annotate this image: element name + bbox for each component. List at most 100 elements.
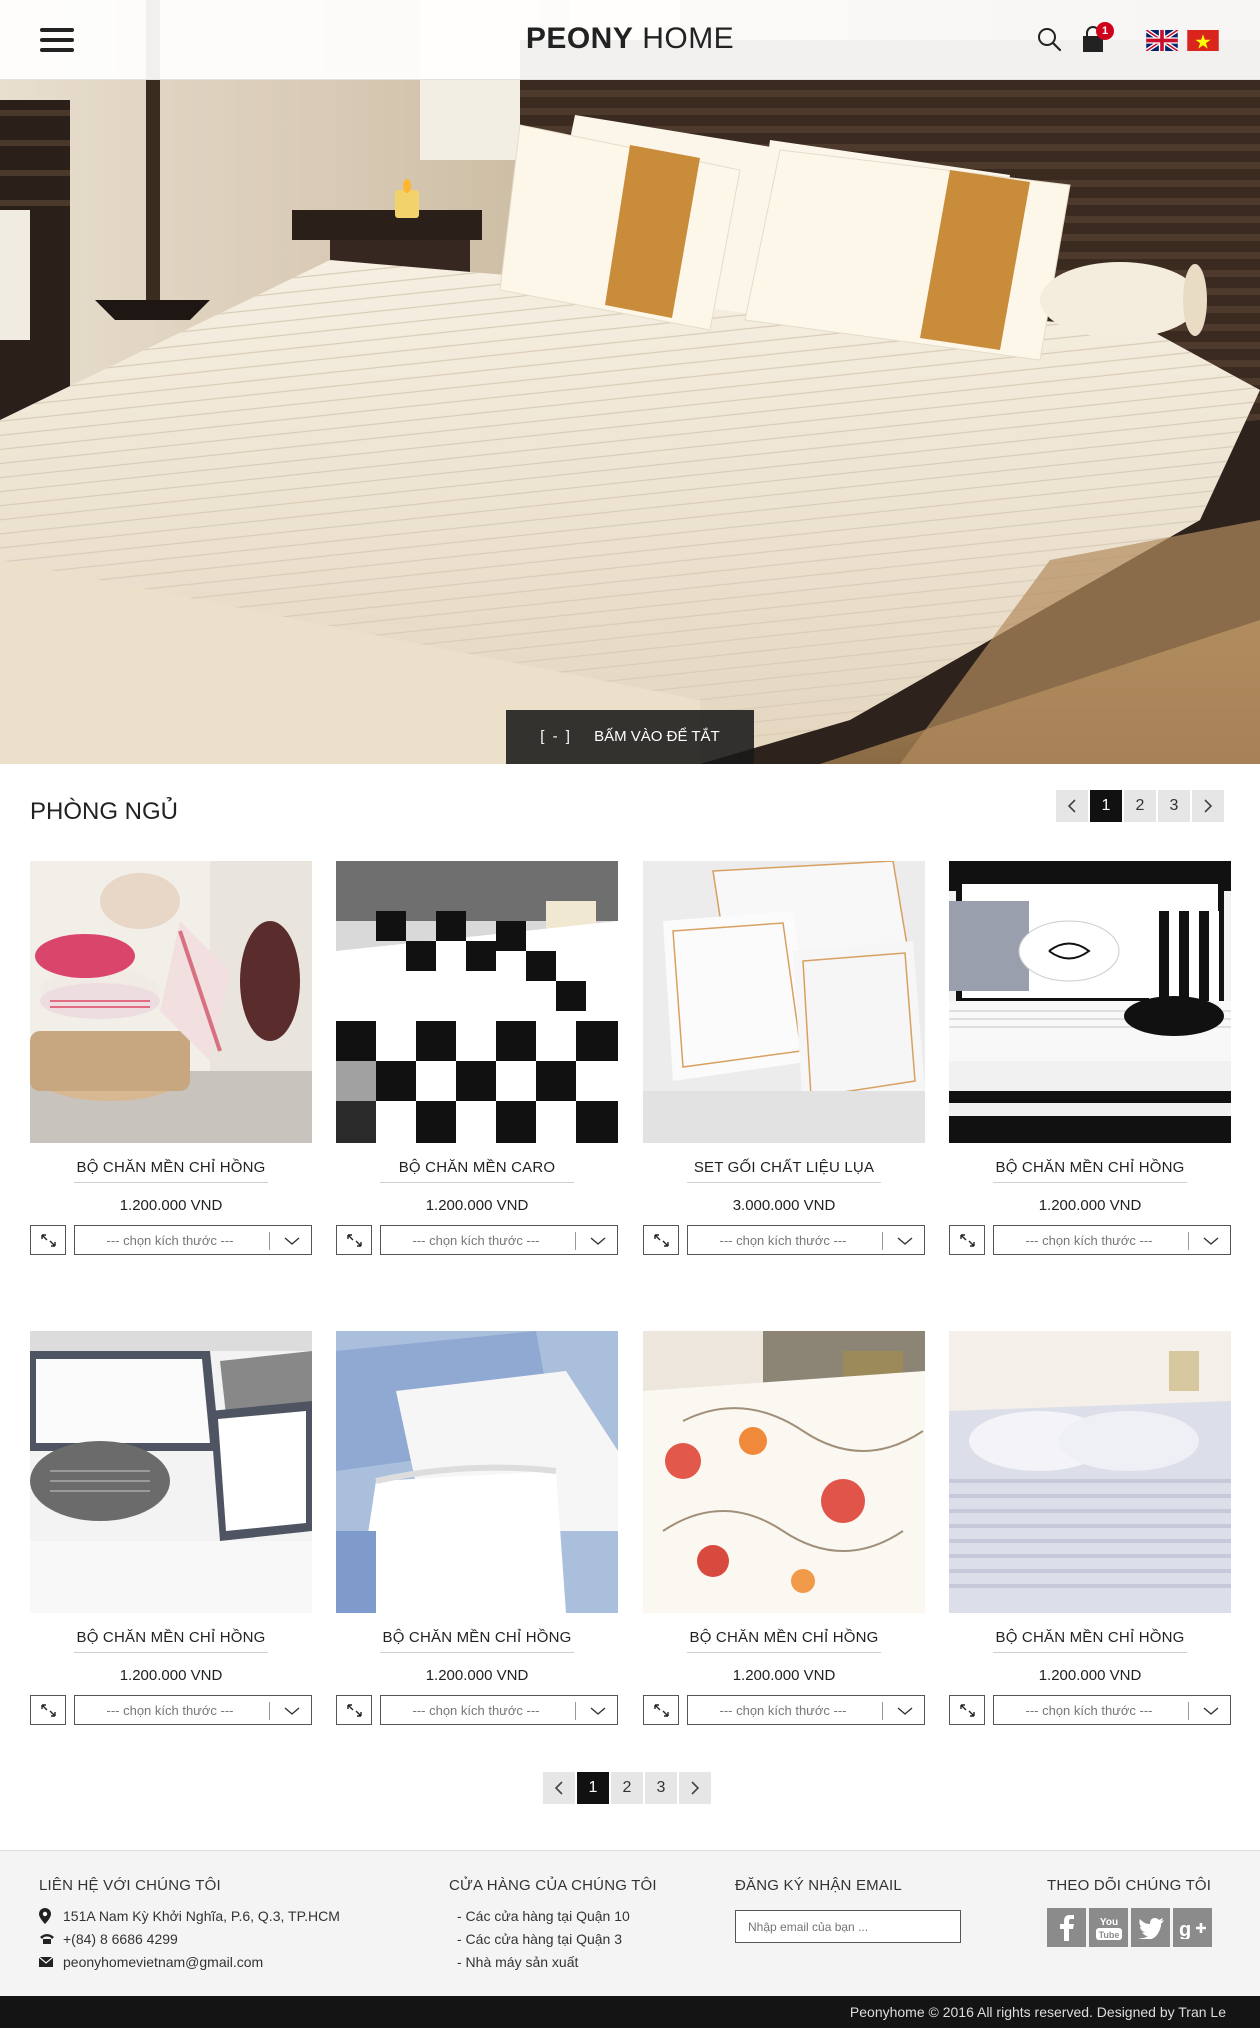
product-card: SET GỐI CHẤT LIỆU LỤA 3.000.000 VND --- … xyxy=(643,861,925,1255)
copyright-bar: Peonyhome © 2016 All rights reserved. De… xyxy=(0,1996,1260,2028)
pagination-page-2[interactable]: 2 xyxy=(611,1772,643,1804)
quick-view-button[interactable] xyxy=(949,1695,985,1725)
store-link-district-3[interactable]: - Các cửa hàng tại Quận 3 xyxy=(449,1927,657,1950)
size-select-placeholder: --- chọn kích thước --- xyxy=(719,1703,847,1718)
product-card: BỘ CHĂN MỀN CHỈ HỒNG 1.200.000 VND --- c… xyxy=(949,861,1231,1255)
product-image[interactable] xyxy=(949,1331,1231,1613)
size-select[interactable]: --- chọn kích thước --- xyxy=(687,1695,925,1725)
product-price: 1.200.000 VND xyxy=(119,1667,223,1684)
size-select[interactable]: --- chọn kích thước --- xyxy=(687,1225,925,1255)
pagination-next-button[interactable] xyxy=(1192,790,1224,822)
hero-bedroom-image xyxy=(0,0,1260,764)
quick-view-button[interactable] xyxy=(30,1225,66,1255)
product-controls: --- chọn kích thước --- xyxy=(643,1225,925,1255)
product-card: BỘ CHĂN MỀN CHỈ HỒNG 1.200.000 VND --- c… xyxy=(336,1331,618,1725)
product-image[interactable] xyxy=(949,861,1231,1143)
product-price: 1.200.000 VND xyxy=(425,1667,529,1684)
svg-text:g: g xyxy=(1179,1919,1191,1939)
uk-flag-icon[interactable] xyxy=(1146,30,1178,51)
pagination-page-3[interactable]: 3 xyxy=(1158,790,1190,822)
cart-count-badge: 1 xyxy=(1096,22,1114,40)
quick-view-button[interactable] xyxy=(949,1225,985,1255)
contact-email: peonyhomevietnam@gmail.com xyxy=(39,1950,340,1973)
pagination-page-1[interactable]: 1 xyxy=(577,1772,609,1804)
product-controls: --- chọn kích thước --- xyxy=(336,1695,618,1725)
contact-phone-text[interactable]: +(84) 8 6686 4299 xyxy=(63,1931,178,1947)
expand-arrows-icon xyxy=(347,1704,362,1717)
product-image[interactable] xyxy=(30,861,312,1143)
footer-newsletter-title: ĐĂNG KÝ NHẬN EMAIL xyxy=(735,1877,902,1894)
product-price: 1.200.000 VND xyxy=(425,1197,529,1214)
pagination-page-1[interactable]: 1 xyxy=(1090,790,1122,822)
pagination-page-2[interactable]: 2 xyxy=(1124,790,1156,822)
product-controls: --- chọn kích thước --- xyxy=(336,1225,618,1255)
expand-arrows-icon xyxy=(654,1704,669,1717)
size-select[interactable]: --- chọn kích thước --- xyxy=(74,1225,312,1255)
logo-light-text: HOME xyxy=(642,22,735,55)
contact-email-text[interactable]: peonyhomevietnam@gmail.com xyxy=(63,1954,263,1970)
pagination-page-3[interactable]: 3 xyxy=(645,1772,677,1804)
hero-toggle-button[interactable]: [ - ] BẤM VÀO ĐỂ TẮT xyxy=(506,710,754,764)
size-select[interactable]: --- chọn kích thước --- xyxy=(993,1225,1231,1255)
youtube-icon[interactable]: You Tube xyxy=(1089,1908,1128,1947)
size-select[interactable]: --- chọn kích thước --- xyxy=(993,1695,1231,1725)
quick-view-button[interactable] xyxy=(336,1695,372,1725)
chevron-down-icon xyxy=(590,1707,606,1715)
size-select[interactable]: --- chọn kích thước --- xyxy=(74,1695,312,1725)
social-links: You Tube g xyxy=(1047,1908,1212,1947)
logo-bold-text: PEONY xyxy=(525,22,634,55)
search-icon[interactable] xyxy=(1036,26,1062,52)
expand-arrows-icon xyxy=(960,1704,975,1717)
product-image[interactable] xyxy=(643,861,925,1143)
footer-stores-title: CỬA HÀNG CỦA CHÚNG TÔI xyxy=(449,1877,657,1894)
size-select[interactable]: --- chọn kích thước --- xyxy=(380,1225,618,1255)
site-footer: LIÊN HỆ VỚI CHÚNG TÔI 151A Nam Kỳ Khởi N… xyxy=(0,1850,1260,1996)
product-name[interactable]: BỘ CHĂN MỀN CHỈ HỒNG xyxy=(687,1629,881,1653)
size-select-placeholder: --- chọn kích thước --- xyxy=(106,1703,234,1718)
expand-arrows-icon xyxy=(41,1234,56,1247)
size-select-placeholder: --- chọn kích thước --- xyxy=(412,1233,540,1248)
site-logo[interactable]: PEONY HOME xyxy=(0,22,1260,56)
store-link-factory[interactable]: - Nhà máy sản xuất xyxy=(449,1950,657,1973)
quick-view-button[interactable] xyxy=(643,1695,679,1725)
product-name[interactable]: BỘ CHĂN MỀN CHỈ HỒNG xyxy=(993,1159,1187,1183)
pagination-next-button[interactable] xyxy=(679,1772,711,1804)
product-image[interactable] xyxy=(30,1331,312,1613)
product-name[interactable]: BỘ CHĂN MỀN CHỈ HỒNG xyxy=(74,1629,268,1653)
store-link-district-10[interactable]: - Các cửa hàng tại Quận 10 xyxy=(449,1904,657,1927)
contact-phone: +(84) 8 6686 4299 xyxy=(39,1927,340,1950)
product-name[interactable]: BỘ CHĂN MỀN CHỈ HỒNG xyxy=(74,1159,268,1183)
twitter-icon[interactable] xyxy=(1131,1908,1170,1947)
product-image[interactable] xyxy=(336,861,618,1143)
size-select[interactable]: --- chọn kích thước --- xyxy=(380,1695,618,1725)
product-image[interactable] xyxy=(336,1331,618,1613)
size-select-placeholder: --- chọn kích thước --- xyxy=(719,1233,847,1248)
product-card: BỘ CHĂN MỀN CHỈ HỒNG 1.200.000 VND --- c… xyxy=(30,1331,312,1725)
footer-newsletter: ĐĂNG KÝ NHẬN EMAIL xyxy=(735,1877,961,1943)
pagination-prev-button[interactable] xyxy=(1056,790,1088,822)
chevron-right-icon xyxy=(1204,799,1213,813)
google-plus-icon[interactable]: g xyxy=(1173,1908,1212,1947)
product-price: 1.200.000 VND xyxy=(1038,1667,1142,1684)
product-price: 3.000.000 VND xyxy=(732,1197,836,1214)
footer-social-title: THEO DÕI CHÚNG TÔI xyxy=(1047,1877,1212,1894)
chevron-right-icon xyxy=(691,1781,700,1795)
quick-view-button[interactable] xyxy=(643,1225,679,1255)
chevron-down-icon xyxy=(897,1237,913,1245)
quick-view-button[interactable] xyxy=(30,1695,66,1725)
chevron-down-icon xyxy=(1203,1237,1219,1245)
product-image[interactable] xyxy=(643,1331,925,1613)
size-select-placeholder: --- chọn kích thước --- xyxy=(106,1233,234,1248)
quick-view-button[interactable] xyxy=(336,1225,372,1255)
facebook-icon[interactable] xyxy=(1047,1908,1086,1947)
pagination-prev-button[interactable] xyxy=(543,1772,575,1804)
expand-arrows-icon xyxy=(654,1234,669,1247)
product-name[interactable]: BỘ CHĂN MỀN CHỈ HỒNG xyxy=(380,1629,574,1653)
product-card: BỘ CHĂN MỀN CHỈ HỒNG 1.200.000 VND --- c… xyxy=(643,1331,925,1725)
vietnam-flag-icon[interactable] xyxy=(1187,30,1219,51)
product-name[interactable]: BỘ CHĂN MỀN CARO xyxy=(380,1159,574,1183)
newsletter-email-input[interactable] xyxy=(735,1910,961,1943)
product-name[interactable]: SET GỐI CHẤT LIỆU LỤA xyxy=(687,1159,881,1183)
svg-text:Tube: Tube xyxy=(1098,1930,1119,1940)
product-name[interactable]: BỘ CHĂN MỀN CHỈ HỒNG xyxy=(993,1629,1187,1653)
